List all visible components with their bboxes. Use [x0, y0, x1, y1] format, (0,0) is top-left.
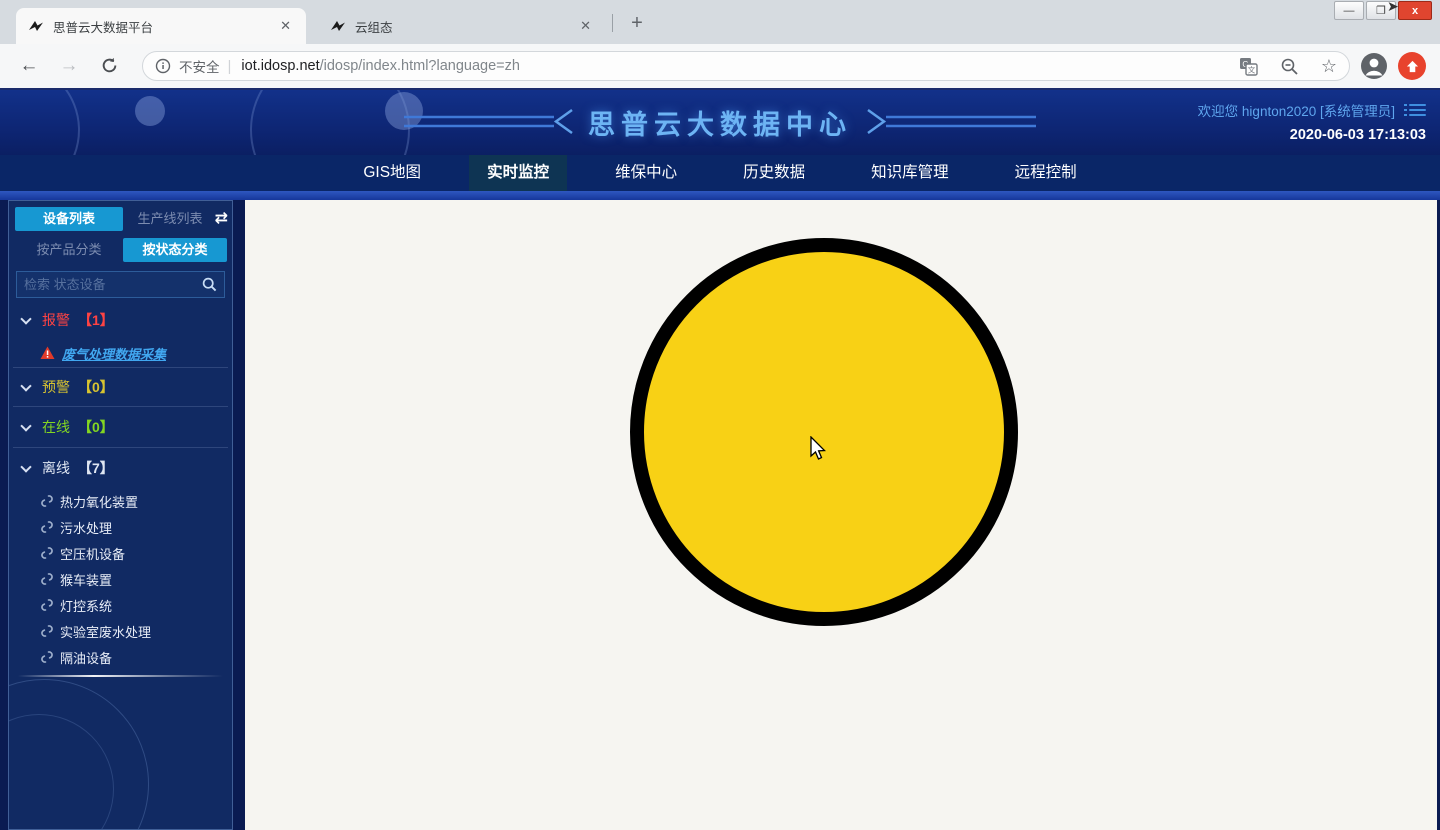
info-icon[interactable] [155, 58, 171, 74]
nav-item-knowledge[interactable]: 知识库管理 [853, 155, 967, 191]
address-bar[interactable]: 不安全 | iot.idosp.net /idosp/index.html?la… [142, 51, 1350, 81]
browser-toolbar: ← → 不安全 | iot.idosp.net /idosp/index.htm… [0, 44, 1440, 88]
translate-icon[interactable]: G文 [1239, 57, 1258, 76]
device-item[interactable]: 猴车装置 [9, 566, 232, 592]
reload-button[interactable] [96, 53, 122, 79]
close-tab-icon[interactable]: ✕ [575, 16, 596, 36]
broken-link-icon [40, 546, 54, 560]
nav-item-maintenance[interactable]: 维保中心 [597, 155, 695, 191]
welcome-user-label[interactable]: 欢迎您 hignton2020 [系统管理员] [1198, 100, 1395, 120]
broken-link-icon [40, 520, 54, 534]
tab-production-line-list[interactable]: 生产线列表 [127, 207, 213, 231]
nav-item-realtime[interactable]: 实时监控 [469, 155, 567, 191]
tab-cloud-config[interactable]: 云组态 ✕ [318, 8, 606, 44]
nav-item-remote[interactable]: 远程控制 [997, 155, 1095, 191]
security-label: 不安全 [179, 56, 220, 76]
bookmark-star-icon[interactable]: ☆ [1321, 56, 1337, 77]
device-item[interactable]: 热力氧化装置 [9, 488, 232, 514]
url-separator: | [228, 58, 232, 75]
zoom-out-icon[interactable] [1280, 57, 1299, 76]
group-offline[interactable]: 离线 【7】 [9, 448, 232, 488]
nav-item-gis[interactable]: GIS地图 [345, 155, 439, 191]
page-body: 设备列表 生产线列表 ⇄ 按产品分类 按状态分类 报警 【1】 废气处理数据采集 [0, 200, 1440, 830]
title-right-decoration [866, 108, 1036, 138]
group-count: 【7】 [78, 458, 114, 478]
broken-link-icon [40, 572, 54, 586]
close-tab-icon[interactable]: ✕ [275, 16, 296, 36]
status-circle[interactable] [630, 238, 1018, 626]
broken-link-icon [40, 650, 54, 664]
nav-item-history[interactable]: 历史数据 [725, 155, 823, 191]
chevron-down-icon[interactable] [20, 420, 31, 431]
browser-tab-bar: 思普云大数据平台 ✕ 云组态 ✕ + — ❐ ➤ x [0, 0, 1440, 44]
broken-link-icon [40, 494, 54, 508]
svg-text:文: 文 [1248, 64, 1256, 74]
group-warning[interactable]: 预警 【0】 [9, 368, 232, 406]
browser-update-icon[interactable] [1398, 52, 1426, 80]
site-favicon-icon [28, 18, 44, 34]
device-item[interactable]: 实验室废水处理 [9, 618, 232, 644]
close-window-button[interactable]: ➤ x [1398, 1, 1432, 20]
device-item[interactable]: 灯控系统 [9, 592, 232, 618]
device-item[interactable]: 污水处理 [9, 514, 232, 540]
group-count: 【0】 [78, 417, 114, 437]
minimize-button[interactable]: — [1334, 1, 1364, 20]
tab-separator [612, 14, 613, 32]
device-search-box [16, 271, 225, 298]
group-alarm[interactable]: 报警 【1】 [9, 301, 232, 339]
device-item-alarm[interactable]: 废气处理数据采集 [9, 339, 232, 367]
tab-title: 思普云大数据平台 [53, 17, 275, 36]
search-icon[interactable] [202, 277, 217, 292]
back-button[interactable]: ← [16, 53, 42, 79]
device-item[interactable]: 隔油设备 [9, 644, 232, 670]
warning-icon [40, 346, 55, 360]
search-input[interactable] [24, 277, 202, 292]
chevron-down-icon[interactable] [20, 461, 31, 472]
device-item[interactable]: 空压机设备 [9, 540, 232, 566]
tab-platform[interactable]: 思普云大数据平台 ✕ [16, 8, 306, 44]
main-navigation: GIS地图 实时监控 维保中心 历史数据 知识库管理 远程控制 [0, 155, 1440, 191]
device-link[interactable]: 废气处理数据采集 [62, 344, 166, 363]
datetime-label: 2020-06-03 17:13:03 [1198, 127, 1426, 143]
broken-link-icon [40, 598, 54, 612]
site-favicon-icon [330, 18, 346, 34]
device-sidebar: 设备列表 生产线列表 ⇄ 按产品分类 按状态分类 报警 【1】 废气处理数据采集 [8, 200, 233, 830]
title-left-decoration [404, 108, 574, 138]
url-path: /idosp/index.html?language=zh [320, 58, 520, 74]
tab-device-list[interactable]: 设备列表 [15, 207, 123, 231]
group-count: 【1】 [78, 310, 114, 330]
forward-button[interactable]: → [56, 53, 82, 79]
group-count: 【0】 [78, 377, 114, 397]
tab-title: 云组态 [355, 17, 575, 36]
nav-bottom-strip [0, 191, 1440, 200]
chevron-down-icon[interactable] [20, 380, 31, 391]
url-host: iot.idosp.net [241, 58, 319, 74]
new-tab-button[interactable]: + [622, 10, 652, 38]
tree-end-divider [9, 675, 232, 677]
chevron-down-icon[interactable] [20, 313, 31, 324]
tab-by-product[interactable]: 按产品分类 [15, 238, 123, 262]
profile-avatar-icon[interactable] [1360, 52, 1388, 85]
tab-by-status[interactable]: 按状态分类 [123, 238, 227, 262]
group-online[interactable]: 在线 【0】 [9, 407, 232, 447]
swap-icon[interactable]: ⇄ [215, 208, 228, 228]
status-tree: 报警 【1】 废气处理数据采集 预警 【0】 在线 【0】 [9, 301, 232, 677]
menu-icon[interactable] [1409, 101, 1426, 119]
site-header: 思普云大数据中心 欢迎您 hignton2020 [系统管理员] 2020-06… [0, 88, 1440, 155]
monitor-canvas [245, 200, 1437, 830]
window-controls: — ❐ ➤ x [1332, 1, 1432, 20]
mouse-cursor [810, 436, 829, 468]
cursor-over-close-icon: ➤ [1387, 0, 1399, 15]
page-title: 思普云大数据中心 [588, 103, 852, 142]
broken-link-icon [40, 624, 54, 638]
